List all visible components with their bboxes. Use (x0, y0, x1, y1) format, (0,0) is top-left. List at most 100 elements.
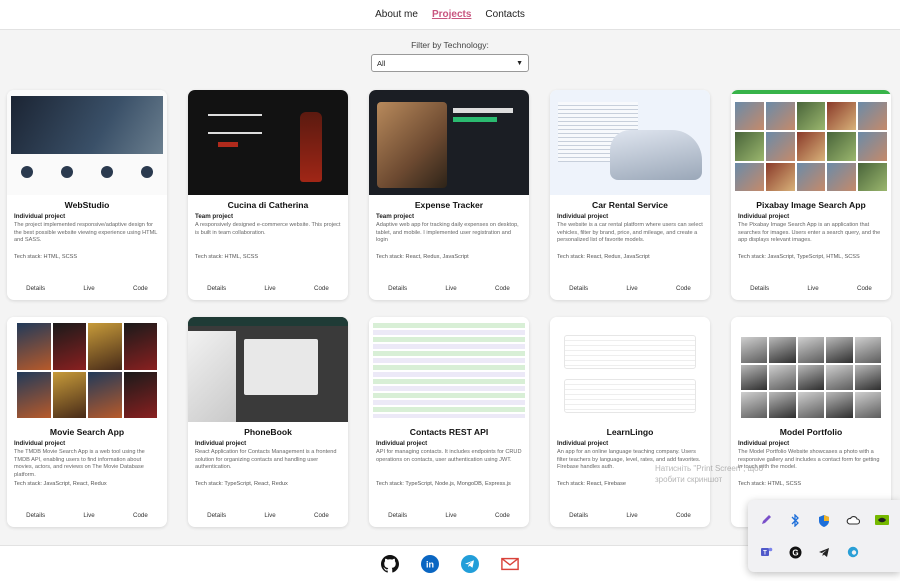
chevron-down-icon: ▼ (516, 59, 523, 67)
project-thumbnail (731, 90, 891, 195)
project-thumbnail (188, 90, 348, 195)
top-nav: About me Projects Contacts (0, 0, 900, 30)
bluetooth-icon[interactable] (788, 513, 802, 527)
project-type: Individual project (195, 440, 247, 447)
project-stack: Tech stack: TypeScript, Node.js, MongoDB… (376, 481, 511, 487)
project-thumbnail (369, 90, 529, 195)
project-description: A responsively designed e-commerce websi… (195, 222, 341, 236)
code-link[interactable]: Code (314, 285, 329, 292)
mail-icon[interactable] (501, 555, 519, 573)
teams-icon[interactable]: T (759, 545, 773, 559)
svg-text:G: G (792, 548, 798, 557)
github-icon[interactable] (381, 554, 399, 573)
code-link[interactable]: Code (857, 285, 872, 292)
live-link[interactable]: Live (83, 285, 94, 292)
project-card: Car Rental Service Individual project Th… (550, 90, 710, 300)
project-stack: Tech stack: TypeScript, React, Redux (195, 481, 288, 487)
project-title: Cucina di Catherina (227, 200, 309, 210)
code-link[interactable]: Code (133, 512, 148, 519)
pen-icon[interactable] (759, 513, 773, 527)
project-thumbnail (550, 317, 710, 422)
project-type: Individual project (376, 440, 428, 447)
linkedin-icon[interactable]: in (421, 554, 439, 573)
project-description: The project implemented responsive/adapt… (14, 222, 158, 244)
project-title: WebStudio (64, 200, 110, 210)
svg-text:T: T (763, 551, 767, 557)
details-link[interactable]: Details (569, 285, 588, 292)
project-thumbnail (188, 317, 348, 422)
nav-about[interactable]: About me (375, 9, 418, 20)
details-link[interactable]: Details (569, 512, 588, 519)
project-card: WebStudio Individual project The project… (7, 90, 167, 300)
project-type: Individual project (14, 213, 66, 220)
project-description: API for managing contacts. It includes e… (376, 449, 522, 463)
code-link[interactable]: Code (495, 512, 510, 519)
details-link[interactable]: Details (388, 512, 407, 519)
project-type: Individual project (738, 213, 790, 220)
details-link[interactable]: Details (750, 285, 769, 292)
project-card: Model Portfolio Individual project The M… (731, 317, 891, 527)
details-link[interactable]: Details (26, 512, 45, 519)
project-title: PhoneBook (244, 427, 292, 437)
filter-label: Filter by Technology: (411, 40, 489, 50)
project-type: Individual project (557, 213, 609, 220)
details-link[interactable]: Details (388, 285, 407, 292)
project-title: Car Rental Service (592, 200, 668, 210)
project-title: Contacts REST API (409, 427, 489, 437)
code-link[interactable]: Code (314, 512, 329, 519)
live-link[interactable]: Live (807, 285, 818, 292)
project-thumbnail (7, 317, 167, 422)
system-tray-popup: T G (748, 500, 900, 572)
technology-filter: Filter by Technology: All ▼ (0, 40, 900, 72)
project-card: PhoneBook Individual project React Appli… (188, 317, 348, 527)
cloud-icon[interactable] (846, 513, 860, 527)
projects-grid: WebStudio Individual project The project… (7, 90, 893, 527)
code-link[interactable]: Code (495, 285, 510, 292)
nav-contacts[interactable]: Contacts (485, 9, 524, 20)
live-link[interactable]: Live (83, 512, 94, 519)
project-type: Team project (195, 213, 234, 220)
code-link[interactable]: Code (676, 512, 691, 519)
project-description: React Application for Contacts Managemen… (195, 449, 337, 471)
details-link[interactable]: Details (207, 285, 226, 292)
live-link[interactable]: Live (445, 512, 456, 519)
project-description: The website is a car rental platform whe… (557, 222, 703, 244)
project-description: Adaptive web app for tracking daily expe… (376, 222, 519, 244)
code-link[interactable]: Code (133, 285, 148, 292)
project-type: Individual project (14, 440, 66, 447)
live-link[interactable]: Live (264, 285, 275, 292)
project-type: Individual project (557, 440, 609, 447)
telegram-icon[interactable] (461, 554, 479, 573)
shield-icon[interactable] (817, 513, 831, 527)
details-link[interactable]: Details (26, 285, 45, 292)
project-thumbnail (731, 317, 891, 422)
live-link[interactable]: Live (445, 285, 456, 292)
project-stack: Tech stack: JavaScript, React, Redux (14, 481, 107, 487)
nav-projects[interactable]: Projects (432, 9, 471, 20)
live-link[interactable]: Live (626, 512, 637, 519)
code-link[interactable]: Code (676, 285, 691, 292)
project-thumbnail (369, 317, 529, 422)
project-thumbnail (7, 90, 167, 195)
details-link[interactable]: Details (207, 512, 226, 519)
project-card: Contacts REST API Individual project API… (369, 317, 529, 527)
project-stack: Tech stack: JavaScript, TypeScript, HTML… (738, 254, 860, 260)
edge-icon[interactable] (846, 545, 860, 559)
project-title: LearnLingo (606, 427, 654, 437)
project-stack: Tech stack: HTML, SCSS (738, 481, 802, 487)
project-description: The Pixabay Image Search App is an appli… (738, 222, 881, 244)
nvidia-icon[interactable] (874, 513, 889, 527)
project-type: Individual project (738, 440, 790, 447)
project-card: Movie Search App Individual project The … (7, 317, 167, 527)
project-type: Team project (376, 213, 415, 220)
project-thumbnail (550, 90, 710, 195)
technology-select[interactable]: All ▼ (371, 54, 529, 72)
project-card: Cucina di Catherina Team project A respo… (188, 90, 348, 300)
live-link[interactable]: Live (264, 512, 275, 519)
live-link[interactable]: Live (626, 285, 637, 292)
grammarly-icon[interactable]: G (788, 545, 802, 559)
project-stack: Tech stack: React, Redux, JavaScript (557, 254, 650, 260)
telegram-icon[interactable] (817, 545, 831, 559)
project-stack: Tech stack: React, Redux, JavaScript (376, 254, 469, 260)
project-description: The TMDB Movie Search App is a web tool … (14, 449, 145, 478)
